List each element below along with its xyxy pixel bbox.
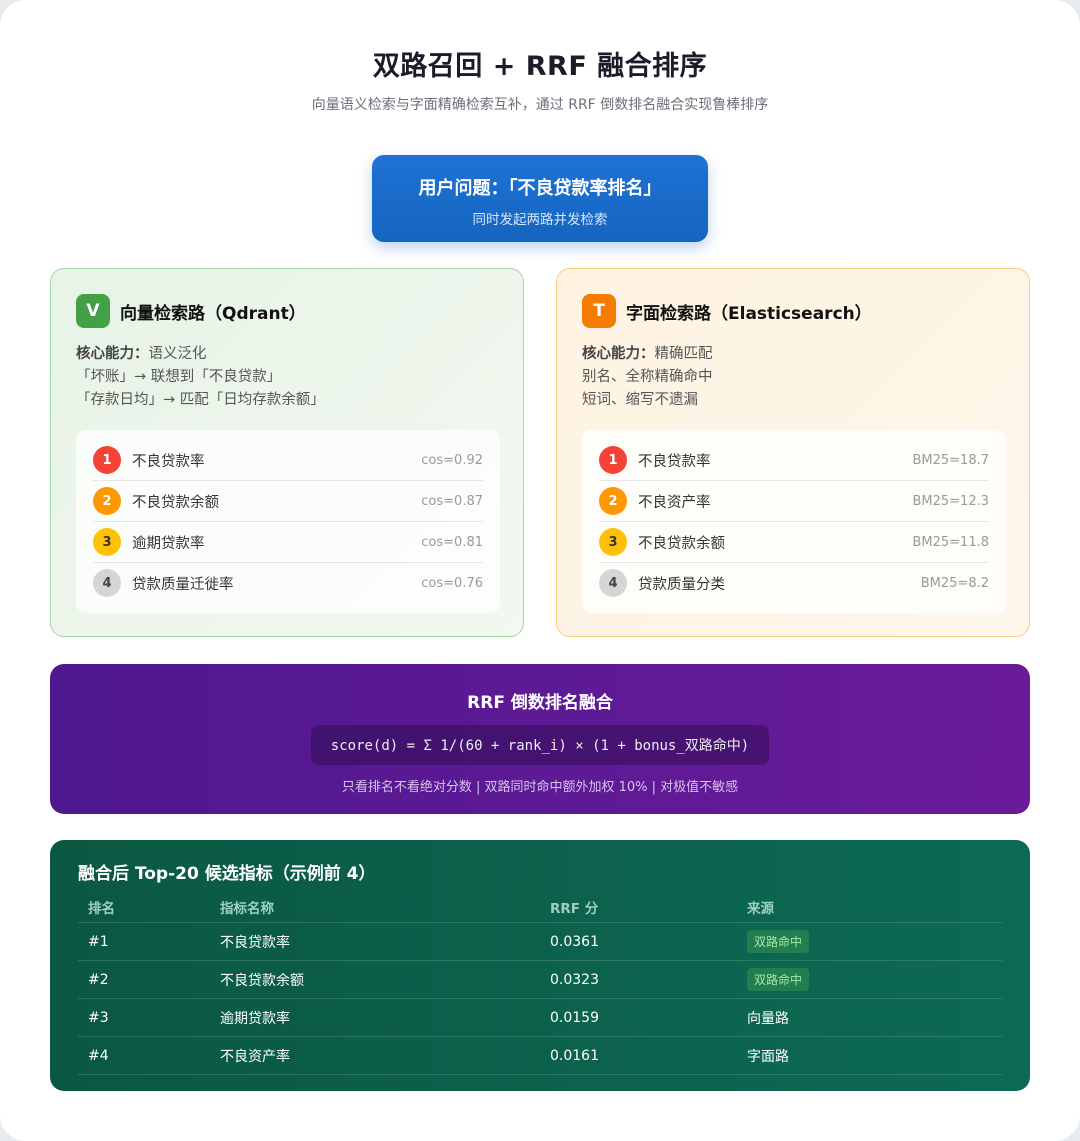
fused-result-title: 融合后 Top-20 候选指标（示例前 4）: [78, 864, 376, 884]
list-item: 2 不良资产率 BM25=12.3: [599, 481, 989, 522]
rrf-fusion-box: RRF 倒数排名融合 score(d) = Σ 1/(60 + rank_i) …: [50, 664, 1030, 814]
rrf-note: 只看排名不看绝对分数 | 双路同时命中额外加权 10% | 对极值不敏感: [341, 780, 739, 795]
vector-v-icon: V: [76, 294, 110, 328]
table-row: #2 不良贷款余额 0.0323 双路命中: [78, 961, 1002, 999]
column-header: 排名: [88, 901, 115, 917]
source-cell: 双路命中: [747, 930, 1002, 953]
vector-path-card: V 向量检索路（Qdrant） 核心能力：语义泛化 「坏账」→ 联想到「不良贷款…: [50, 268, 524, 637]
text-ability-label: 核心能力：: [582, 346, 655, 362]
vector-path-title: 向量检索路（Qdrant）: [120, 303, 306, 324]
rank-badge: 3: [599, 528, 627, 556]
list-item: 3 不良贷款余额 BM25=11.8: [599, 522, 989, 563]
text-desc-line: 别名、全称精确命中: [582, 369, 713, 385]
vector-result-list: 1 不良贷款率 cos=0.92 2 不良贷款余额 cos=0.87 3 逾期贷…: [76, 430, 500, 613]
user-query-text: 用户问题：「不良贷款率排名」: [418, 178, 662, 199]
metric-name: 不良贷款率: [638, 453, 711, 470]
column-header: 来源: [747, 901, 774, 917]
rank-badge: 1: [599, 446, 627, 474]
list-item: 1 不良贷款率 cos=0.92: [93, 440, 483, 481]
dual-hit-badge: 双路命中: [747, 968, 810, 991]
rank-badge: 4: [599, 569, 627, 597]
list-item: 1 不良贷款率 BM25=18.7: [599, 440, 989, 481]
rank-badge: 3: [93, 528, 121, 556]
rank-badge: 2: [93, 487, 121, 515]
metric-name-cell: 不良资产率: [220, 1048, 290, 1065]
bm25-score: BM25=12.3: [912, 493, 989, 509]
vector-desc-line: 「坏账」→ 联想到「不良贷款」: [76, 369, 282, 385]
rrf-score-cell: 0.0323: [550, 971, 599, 988]
rank-badge: 4: [93, 569, 121, 597]
metric-name-cell: 不良贷款余额: [220, 972, 304, 989]
table-row: #1 不良贷款率 0.0361 双路命中: [78, 923, 1002, 961]
metric-name-cell: 逾期贷款率: [220, 1010, 290, 1027]
list-item: 4 贷款质量迁徙率 cos=0.76: [93, 563, 483, 603]
fused-result-box: 融合后 Top-20 候选指标（示例前 4） 排名 指标名称 RRF 分 来源 …: [50, 840, 1030, 1091]
user-query-box: 用户问题：「不良贷款率排名」 同时发起两路并发检索: [372, 155, 708, 242]
text-t-icon: T: [582, 294, 616, 328]
fused-result-table: 排名 指标名称 RRF 分 来源 #1 不良贷款率 0.0361 双路命中 #2…: [78, 892, 1002, 1075]
column-header: 指标名称: [220, 901, 274, 917]
source-cell: 双路命中: [747, 968, 1002, 991]
text-path-description: 核心能力：精确匹配 别名、全称精确命中 短词、缩写不遗漏: [582, 343, 713, 412]
column-header: RRF 分: [550, 901, 599, 917]
text-desc-line: 短词、缩写不遗漏: [582, 392, 698, 408]
table-header: 排名 指标名称 RRF 分 来源: [78, 892, 1002, 923]
rank-badge: 1: [93, 446, 121, 474]
rank-badge: 2: [599, 487, 627, 515]
rank-cell: #1: [88, 933, 109, 950]
rank-cell: #4: [88, 1047, 109, 1064]
list-item: 3 逾期贷款率 cos=0.81: [93, 522, 483, 563]
vector-desc-line: 「存款日均」→ 匹配「日均存款余额」: [76, 392, 325, 408]
page-title: 双路召回 + RRF 融合排序: [372, 51, 708, 82]
metric-name: 不良贷款率: [132, 453, 205, 470]
vector-path-header: V 向量检索路（Qdrant）: [76, 294, 306, 328]
metric-name-cell: 不良贷款率: [220, 934, 290, 951]
text-path-card: T 字面检索路（Elasticsearch） 核心能力：精确匹配 别名、全称精确…: [556, 268, 1030, 637]
rrf-formula: score(d) = Σ 1/(60 + rank_i) × (1 + bonu…: [310, 725, 770, 765]
source-cell: 向量路: [747, 1010, 789, 1027]
diagram-canvas: 双路召回 + RRF 融合排序 向量语义检索与字面精确检索互补，通过 RRF 倒…: [0, 0, 1080, 1141]
rrf-score-cell: 0.0159: [550, 1009, 599, 1026]
text-result-list: 1 不良贷款率 BM25=18.7 2 不良资产率 BM25=12.3 3 不良…: [582, 430, 1006, 613]
rrf-title: RRF 倒数排名融合: [467, 693, 613, 713]
text-ability-value: 精确匹配: [654, 346, 713, 362]
vector-ability-value: 语义泛化: [148, 346, 207, 362]
bm25-score: BM25=11.8: [912, 534, 989, 550]
user-query-subtext: 同时发起两路并发检索: [472, 212, 608, 228]
text-path-header: T 字面检索路（Elasticsearch）: [582, 294, 872, 328]
dual-hit-badge: 双路命中: [747, 930, 810, 953]
metric-name: 不良贷款余额: [638, 535, 725, 552]
list-item: 2 不良贷款余额 cos=0.87: [93, 481, 483, 522]
similarity-score: cos=0.87: [421, 493, 483, 509]
list-item: 4 贷款质量分类 BM25=8.2: [599, 563, 989, 603]
rank-cell: #3: [88, 1009, 109, 1026]
vector-ability-label: 核心能力：: [76, 346, 149, 362]
metric-name: 贷款质量分类: [638, 576, 725, 593]
text-path-title: 字面检索路（Elasticsearch）: [626, 303, 872, 324]
similarity-score: cos=0.76: [421, 575, 483, 591]
page-subtitle: 向量语义检索与字面精确检索互补，通过 RRF 倒数排名融合实现鲁棒排序: [311, 97, 769, 113]
table-row: #3 逾期贷款率 0.0159 向量路: [78, 999, 1002, 1037]
metric-name: 不良资产率: [638, 494, 711, 511]
rrf-score-cell: 0.0161: [550, 1047, 599, 1064]
similarity-score: cos=0.92: [421, 452, 483, 468]
source-cell: 字面路: [747, 1048, 789, 1065]
table-row: #4 不良资产率 0.0161 字面路: [78, 1037, 1002, 1075]
bm25-score: BM25=8.2: [920, 575, 989, 591]
metric-name: 贷款质量迁徙率: [132, 576, 234, 593]
rrf-score-cell: 0.0361: [550, 933, 599, 950]
metric-name: 逾期贷款率: [132, 535, 205, 552]
metric-name: 不良贷款余额: [132, 494, 219, 511]
bm25-score: BM25=18.7: [912, 452, 989, 468]
similarity-score: cos=0.81: [421, 534, 483, 550]
rank-cell: #2: [88, 971, 109, 988]
vector-path-description: 核心能力：语义泛化 「坏账」→ 联想到「不良贷款」 「存款日均」→ 匹配「日均存…: [76, 343, 325, 412]
